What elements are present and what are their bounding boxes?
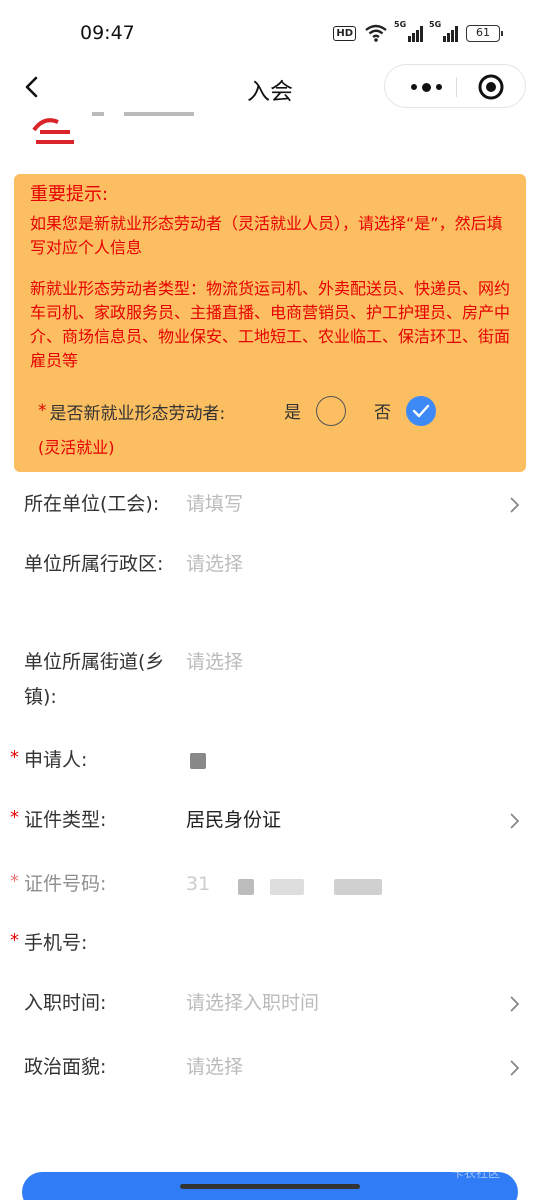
required-star: * bbox=[10, 747, 19, 768]
mini-program-capsule bbox=[384, 64, 526, 108]
redacted-id bbox=[238, 879, 254, 895]
redacted-id bbox=[334, 879, 382, 895]
field-label: 政治面貌: bbox=[24, 1056, 107, 1078]
field-label: 证件号码: bbox=[24, 873, 107, 895]
district-select[interactable]: 请选择 bbox=[186, 547, 243, 582]
question-label: 是否新就业形态劳动者: bbox=[49, 403, 226, 424]
signal-tag: 5G bbox=[394, 20, 407, 29]
chevron-right-icon bbox=[510, 996, 520, 1012]
status-bar: 09:47 HD 5G 5G 61 bbox=[0, 0, 540, 64]
worker-types-paragraph: 新就业形态劳动者类型：物流货运司机、外卖配送员、快递员、网约车司机、家政服务员、… bbox=[30, 279, 511, 370]
target-close-icon[interactable] bbox=[477, 73, 505, 101]
field-label: 申请人: bbox=[24, 749, 88, 771]
political-select[interactable]: 请选择 bbox=[186, 1050, 243, 1085]
form-row-join-time[interactable]: 入职时间: 请选择入职时间 bbox=[0, 986, 540, 1026]
id-number-value: 31 bbox=[186, 873, 211, 895]
new-employment-question: * 是否新就业形态劳动者: bbox=[38, 396, 225, 426]
home-indicator[interactable] bbox=[180, 1184, 360, 1189]
unit-input[interactable]: 请填写 bbox=[186, 487, 243, 522]
form-row-unit[interactable]: 所在单位(工会): 请填写 bbox=[0, 487, 540, 527]
street-select[interactable]: 请选择 bbox=[186, 645, 243, 680]
option-yes-label[interactable]: 是 bbox=[284, 398, 301, 423]
form-row-id-number[interactable]: * 证件号码: 31 bbox=[0, 867, 540, 907]
form-row-phone[interactable]: * 手机号: bbox=[0, 926, 540, 966]
status-time: 09:47 bbox=[80, 22, 135, 44]
chevron-right-icon bbox=[510, 497, 520, 513]
required-star: * bbox=[38, 401, 47, 421]
required-star: * bbox=[10, 930, 19, 951]
chevron-right-icon bbox=[510, 1060, 520, 1076]
field-label: 单位所属行政区: bbox=[24, 553, 164, 575]
form-row-political[interactable]: 政治面貌: 请选择 bbox=[0, 1050, 540, 1090]
logo-icon bbox=[32, 112, 194, 144]
radio-no[interactable] bbox=[406, 396, 436, 426]
form-row-applicant[interactable]: * 申请人: bbox=[0, 743, 540, 783]
capsule-divider bbox=[456, 77, 457, 97]
signal-5g-icon: 5G bbox=[429, 20, 458, 42]
status-icons: HD 5G 5G 61 bbox=[333, 20, 503, 42]
id-type-select[interactable]: 居民身份证 bbox=[186, 803, 281, 838]
form-row-district[interactable]: 单位所属行政区: 请选择 bbox=[0, 547, 540, 619]
chevron-right-icon bbox=[510, 813, 520, 829]
field-label: 证件类型: bbox=[24, 809, 107, 831]
required-star: * bbox=[10, 807, 19, 828]
nav-bar: 入会 bbox=[0, 64, 540, 112]
required-star: * bbox=[10, 871, 19, 892]
radio-yes[interactable] bbox=[316, 396, 346, 426]
field-label: 入职时间: bbox=[24, 992, 107, 1014]
signal-tag: 5G bbox=[429, 20, 442, 29]
redacted-name bbox=[190, 753, 206, 769]
union-logo bbox=[28, 112, 208, 152]
wifi-icon bbox=[365, 24, 387, 42]
signal-5g-icon: 5G bbox=[394, 20, 423, 42]
notice-paragraph: 如果您是新就业形态劳动者（灵活就业人员），请选择“是”，然后填写对应个人信息 bbox=[30, 214, 503, 257]
form-row-street[interactable]: 单位所属街道(乡镇): 请选择 bbox=[0, 645, 540, 717]
join-time-picker[interactable]: 请选择入职时间 bbox=[186, 986, 319, 1021]
redacted-id bbox=[270, 879, 304, 895]
battery-icon: 61 bbox=[466, 24, 503, 42]
more-dots-icon[interactable] bbox=[397, 65, 455, 109]
watermark: 卡农社区 bbox=[452, 1166, 501, 1180]
field-label: 单位所属街道(乡镇): bbox=[24, 651, 165, 708]
important-notice: 重要提示: 如果您是新就业形态劳动者（灵活就业人员），请选择“是”，然后填写对应… bbox=[14, 174, 526, 472]
check-icon bbox=[412, 404, 430, 418]
question-sublabel: (灵活就业) bbox=[38, 438, 115, 457]
field-label: 所在单位(工会): bbox=[24, 493, 160, 515]
notice-title: 重要提示: bbox=[30, 184, 109, 205]
form-row-id-type[interactable]: * 证件类型: 居民身份证 bbox=[0, 803, 540, 843]
field-label: 手机号: bbox=[24, 932, 88, 954]
hd-icon: HD bbox=[333, 25, 356, 41]
option-no-label[interactable]: 否 bbox=[374, 398, 391, 423]
